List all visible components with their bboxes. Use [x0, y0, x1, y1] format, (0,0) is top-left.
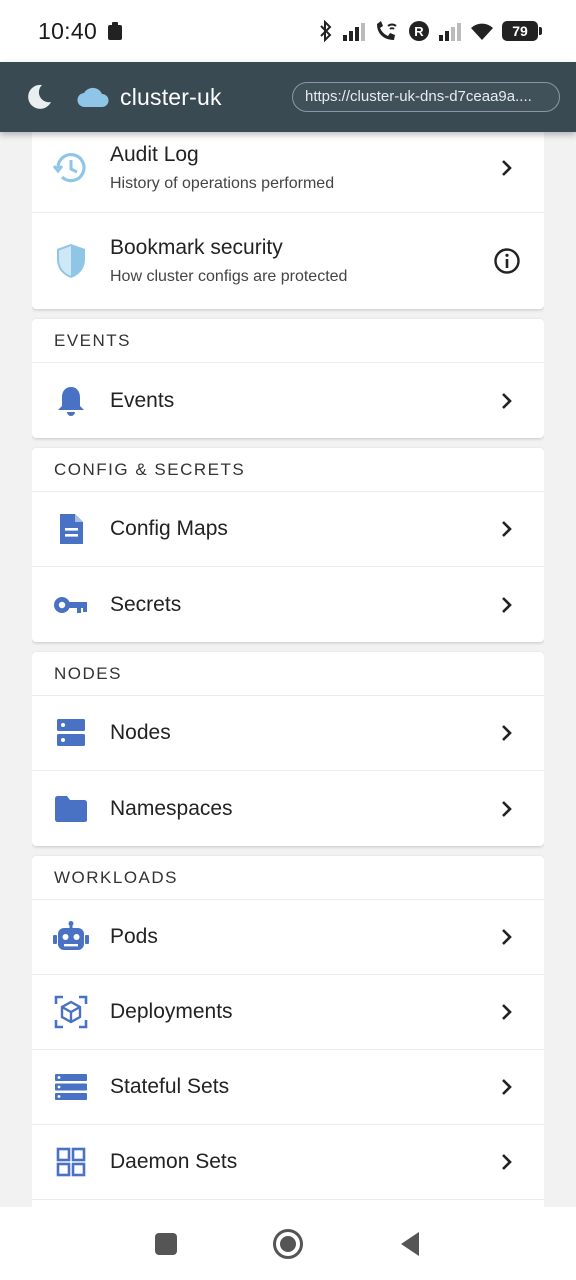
namespaces-label: Namespaces: [110, 796, 233, 820]
bookmark-security-subtitle: How cluster configs are protected: [110, 268, 348, 285]
battery-level: 79: [512, 23, 528, 39]
cloud-icon: [77, 87, 109, 108]
config-secrets-section: CONFIG & SECRETS Config Maps Secrets: [32, 448, 544, 642]
audit-log-title: Audit Log: [110, 143, 199, 166]
cluster-title: cluster-uk: [120, 83, 222, 110]
roaming-icon: R: [409, 21, 429, 41]
events-label: Events: [110, 388, 175, 412]
recents-button[interactable]: [105, 1232, 227, 1256]
chevron-right-icon[interactable]: [470, 799, 544, 819]
shield-icon: [32, 242, 110, 280]
chevron-right-icon[interactable]: [470, 1077, 544, 1097]
list-item-deployments[interactable]: Deployments: [32, 975, 544, 1050]
robot-icon: [32, 921, 110, 953]
chevron-right-icon[interactable]: [470, 1152, 544, 1172]
list-item-namespaces[interactable]: Namespaces: [32, 771, 544, 846]
cluster-url-chip[interactable]: https://cluster-uk-dns-d7ceaa9a....: [292, 82, 560, 112]
cube-icon: [32, 995, 110, 1029]
wifi-icon: [471, 23, 493, 40]
home-icon: [273, 1228, 303, 1259]
back-icon: [401, 1231, 419, 1256]
chevron-right-icon[interactable]: [470, 158, 544, 178]
list-item-nodes[interactable]: Nodes: [32, 696, 544, 771]
chevron-right-icon[interactable]: [470, 723, 544, 743]
section-header-workloads: WORKLOADS: [32, 856, 544, 900]
stack-icon: [32, 1073, 110, 1101]
history-icon: [32, 150, 110, 186]
grid-icon: [32, 1147, 110, 1177]
info-icon[interactable]: [470, 247, 544, 275]
daemon-sets-label: Daemon Sets: [110, 1150, 238, 1173]
secrets-label: Secrets: [110, 592, 182, 616]
chevron-right-icon[interactable]: [470, 595, 544, 615]
folder-icon: [32, 795, 110, 823]
moon-icon[interactable]: [24, 82, 54, 112]
stateful-sets-label: Stateful Sets: [110, 1075, 230, 1098]
chevron-right-icon[interactable]: [470, 519, 544, 539]
list-item-daemon-sets[interactable]: Daemon Sets: [32, 1125, 544, 1200]
battery-icon: 79: [502, 21, 542, 41]
pods-label: Pods: [110, 925, 158, 948]
status-icons: R 79: [318, 20, 542, 42]
nodes-section: NODES Nodes Namespaces: [32, 652, 544, 846]
content-scroll[interactable]: Audit Log History of operations performe…: [32, 132, 544, 1207]
wifi-calling-icon: [377, 21, 397, 40]
clipboard-icon: [108, 22, 123, 40]
audit-log-subtitle: History of operations performed: [110, 175, 335, 192]
bluetooth-icon: [320, 20, 332, 42]
clock-text: 10:40: [38, 17, 98, 44]
server-icon: [32, 718, 110, 748]
signal-icon: [343, 23, 365, 41]
list-item-secrets[interactable]: Secrets: [32, 567, 544, 642]
home-button[interactable]: [227, 1228, 349, 1260]
bell-icon: [32, 384, 110, 418]
workloads-section: WORKLOADS Pods Deployments Stateful Sets…: [32, 856, 544, 1207]
list-item-stateful-sets[interactable]: Stateful Sets: [32, 1050, 544, 1125]
list-item-partial[interactable]: [32, 1200, 544, 1207]
recents-icon: [155, 1232, 177, 1255]
list-item-audit-log[interactable]: Audit Log History of operations performe…: [32, 132, 544, 213]
document-icon: [32, 512, 110, 546]
status-time: 10:40: [38, 18, 123, 45]
security-card: Audit Log History of operations performe…: [32, 132, 544, 309]
svg-text:R: R: [414, 24, 424, 39]
config-maps-label: Config Maps: [110, 517, 228, 540]
list-item-events[interactable]: Events: [32, 363, 544, 438]
list-item-config-maps[interactable]: Config Maps: [32, 492, 544, 567]
chevron-right-icon[interactable]: [470, 1002, 544, 1022]
section-header-config-secrets: CONFIG & SECRETS: [32, 448, 544, 492]
back-button[interactable]: [349, 1231, 471, 1257]
system-nav-bar: [0, 1207, 576, 1280]
app-bar: cluster-uk https://cluster-uk-dns-d7ceaa…: [0, 62, 576, 132]
section-header-nodes: NODES: [32, 652, 544, 696]
key-icon: [32, 594, 110, 616]
events-section: EVENTS Events: [32, 319, 544, 438]
bookmark-security-title: Bookmark security: [110, 236, 283, 259]
chevron-right-icon[interactable]: [470, 391, 544, 411]
list-item-bookmark-security[interactable]: Bookmark security How cluster configs ar…: [32, 213, 544, 309]
deployments-label: Deployments: [110, 1000, 233, 1023]
status-bar: 10:40 R 79: [0, 0, 576, 62]
signal-icon-2: [439, 23, 461, 41]
list-item-pods[interactable]: Pods: [32, 900, 544, 975]
section-header-events: EVENTS: [32, 319, 544, 363]
chevron-right-icon[interactable]: [470, 927, 544, 947]
nodes-label: Nodes: [110, 721, 171, 744]
